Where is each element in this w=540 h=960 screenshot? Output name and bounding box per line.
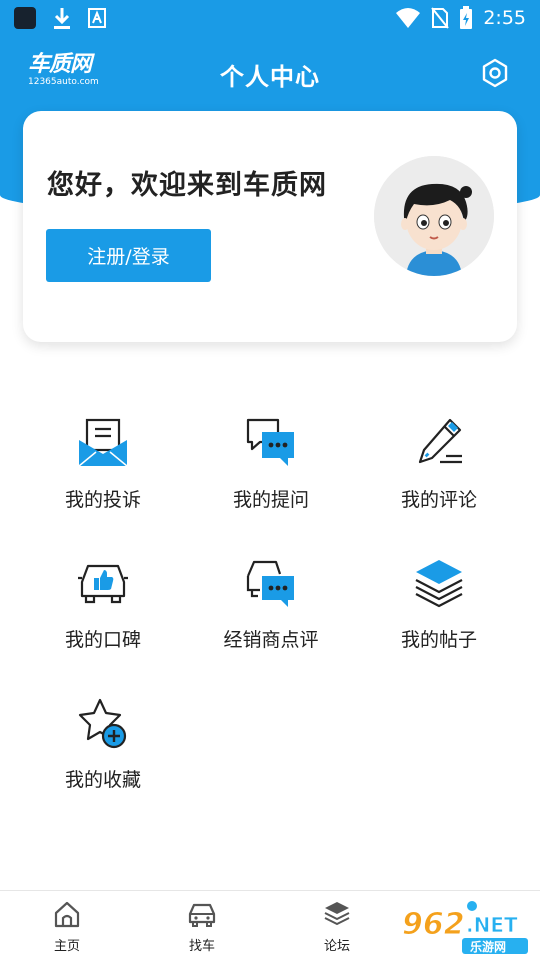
- menu-my-questions[interactable]: 我的提问: [181, 416, 361, 526]
- menu-label: 我的帖子: [400, 629, 477, 651]
- app-bar: 车质网 12365auto.com 个人中心: [0, 44, 540, 104]
- nav-item-home[interactable]: 主页: [27, 899, 107, 959]
- svg-text:乐游网: 乐游网: [470, 939, 506, 954]
- download-icon: [54, 8, 70, 29]
- envelope-icon: [78, 418, 128, 467]
- menu-label: 我的评论: [400, 489, 477, 511]
- no-sim-icon: [431, 7, 450, 29]
- layers-icon: [324, 902, 350, 925]
- register-login-button[interactable]: 注册/登录: [46, 229, 211, 282]
- car-icon: [188, 903, 216, 927]
- page-title: 个人中心: [220, 62, 320, 91]
- nav-item-forum[interactable]: 论坛: [297, 899, 377, 959]
- menu-my-reputation[interactable]: 我的口碑: [13, 556, 193, 666]
- menu-label: 我的收藏: [64, 769, 141, 791]
- watermark-logo: 962 .NET 乐游网: [402, 901, 528, 954]
- brand-logo: 车质网 12365auto.com: [28, 54, 99, 87]
- menu-dealer-review[interactable]: 经销商点评: [181, 556, 361, 666]
- star-add-icon: [78, 698, 127, 749]
- menu-my-complaints[interactable]: 我的投诉: [13, 416, 193, 526]
- menu-label: 经销商点评: [223, 629, 319, 651]
- nav-label: 论坛: [323, 939, 350, 954]
- welcome-card: 您好，欢迎来到车质网 注册/登录: [23, 111, 517, 342]
- status-bar: 2:55: [0, 0, 540, 36]
- home-icon: [54, 901, 80, 928]
- menu-my-favorites[interactable]: 我的收藏: [13, 696, 193, 806]
- menu-label: 我的口碑: [64, 629, 141, 651]
- svg-text:.NET: .NET: [466, 913, 518, 937]
- pencil-icon: [418, 418, 462, 464]
- layers-icon: [415, 560, 463, 608]
- default-avatar-icon: [374, 156, 494, 276]
- car-chat-icon: [246, 560, 294, 607]
- wifi-icon: [396, 8, 421, 28]
- font-icon: [88, 8, 106, 28]
- menu-my-reviews[interactable]: 我的评论: [349, 416, 529, 526]
- avatar[interactable]: [374, 156, 494, 276]
- app-notification-icon: [14, 7, 36, 29]
- logo-main-text: 车质网: [28, 52, 92, 77]
- menu-label: 我的投诉: [64, 489, 141, 511]
- menu-label: 我的提问: [232, 489, 309, 511]
- welcome-text: 您好，欢迎来到车质网: [47, 170, 327, 201]
- car-thumbs-up-icon: [78, 564, 128, 604]
- settings-icon[interactable]: [480, 58, 510, 88]
- nav-label: 找车: [188, 939, 215, 954]
- nav-label: 主页: [53, 939, 80, 954]
- chat-bubbles-icon: [246, 418, 294, 466]
- nav-item-find-car[interactable]: 找车: [162, 899, 242, 959]
- clock: 2:55: [483, 7, 526, 29]
- logo-sub-text: 12365auto.com: [28, 77, 99, 87]
- menu-my-posts[interactable]: 我的帖子: [349, 556, 529, 666]
- battery-icon: [460, 6, 473, 29]
- svg-text:962: 962: [402, 907, 465, 942]
